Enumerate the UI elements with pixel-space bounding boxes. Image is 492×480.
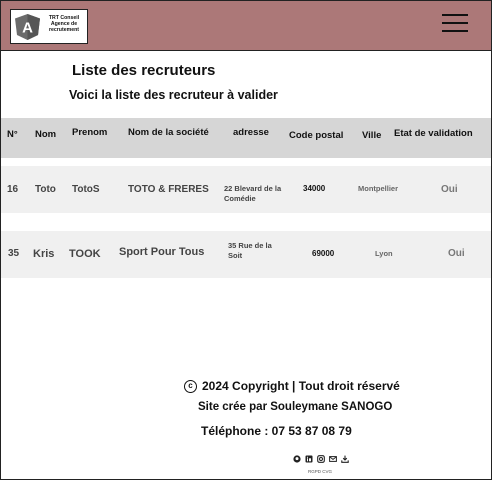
cell-societe: TOTO & FRERES — [128, 184, 209, 195]
social-links — [293, 455, 349, 463]
mail-icon[interactable] — [329, 455, 337, 463]
header-etat: Etat de validation — [394, 128, 473, 139]
cell-ville: Lyon — [375, 249, 393, 258]
instagram-icon[interactable] — [317, 455, 325, 463]
cell-prenom: TotoS — [72, 184, 100, 195]
cell-code-postal: 34000 — [303, 184, 326, 193]
hamburger-bar — [442, 30, 468, 32]
table-row[interactable]: 16 Toto TotoS TOTO & FRERES 22 Blevard d… — [1, 166, 491, 213]
header-adresse: adresse — [233, 127, 269, 138]
cell-nom: Toto — [35, 184, 56, 195]
cell-numero: 16 — [7, 184, 19, 195]
cell-adresse: 35 Rue de la Soit — [228, 241, 272, 260]
copyright-text: 2024 Copyright | Tout droit réservé — [202, 379, 400, 393]
header-prenom: Prenom — [72, 127, 108, 138]
hamburger-icon[interactable] — [442, 14, 468, 34]
cell-code-postal: 69000 — [312, 249, 335, 258]
site-credit: Site crée par Souleymane SANOGO — [198, 401, 393, 413]
cell-nom: Kris — [33, 248, 55, 260]
legal-links[interactable]: RGPD CVG — [308, 469, 332, 474]
header-nom: Nom — [35, 129, 57, 140]
linkedin-icon[interactable] — [305, 455, 313, 463]
cell-adresse: 22 Blevard de la Comédie — [224, 184, 282, 203]
download-icon[interactable] — [341, 455, 349, 463]
header-bar: A TRT Conseil Agence de recrutement — [1, 1, 491, 51]
logo-text: TRT Conseil Agence de recrutement — [41, 15, 87, 33]
table-row[interactable]: 35 Kris TOOK Sport Pour Tous 35 Rue de l… — [1, 231, 491, 278]
copyright-line: c 2024 Copyright | Tout droit réservé — [184, 379, 400, 393]
cell-etat: Oui — [448, 248, 465, 259]
cell-numero: 35 — [8, 248, 20, 259]
cell-prenom: TOOK — [69, 248, 101, 260]
copyright-icon: c — [184, 380, 197, 393]
cell-etat: Oui — [441, 184, 458, 195]
table-header: N° Nom Prenom Nom de la société adresse … — [1, 118, 491, 158]
cell-societe: Sport Pour Tous — [119, 246, 205, 258]
github-icon[interactable] — [293, 455, 301, 463]
logo[interactable]: A TRT Conseil Agence de recrutement — [10, 9, 88, 44]
hamburger-bar — [442, 14, 468, 16]
page-subtitle: Voici la liste des recruteur à valider — [69, 88, 278, 102]
logo-letter: A — [22, 20, 33, 37]
header-societe: Nom de la société — [128, 127, 209, 138]
angular-logo-icon: A — [15, 14, 40, 40]
cell-ville: Montpellier — [358, 184, 399, 193]
logo-line-3: recrutement — [49, 27, 79, 33]
page-title: Liste des recruteurs — [72, 62, 216, 79]
header-ville: Ville — [362, 130, 382, 141]
header-numero: N° — [7, 129, 18, 140]
header-code-postal: Code postal — [289, 130, 344, 141]
hamburger-bar — [442, 22, 468, 24]
phone-number: Téléphone : 07 53 87 08 79 — [201, 424, 352, 438]
